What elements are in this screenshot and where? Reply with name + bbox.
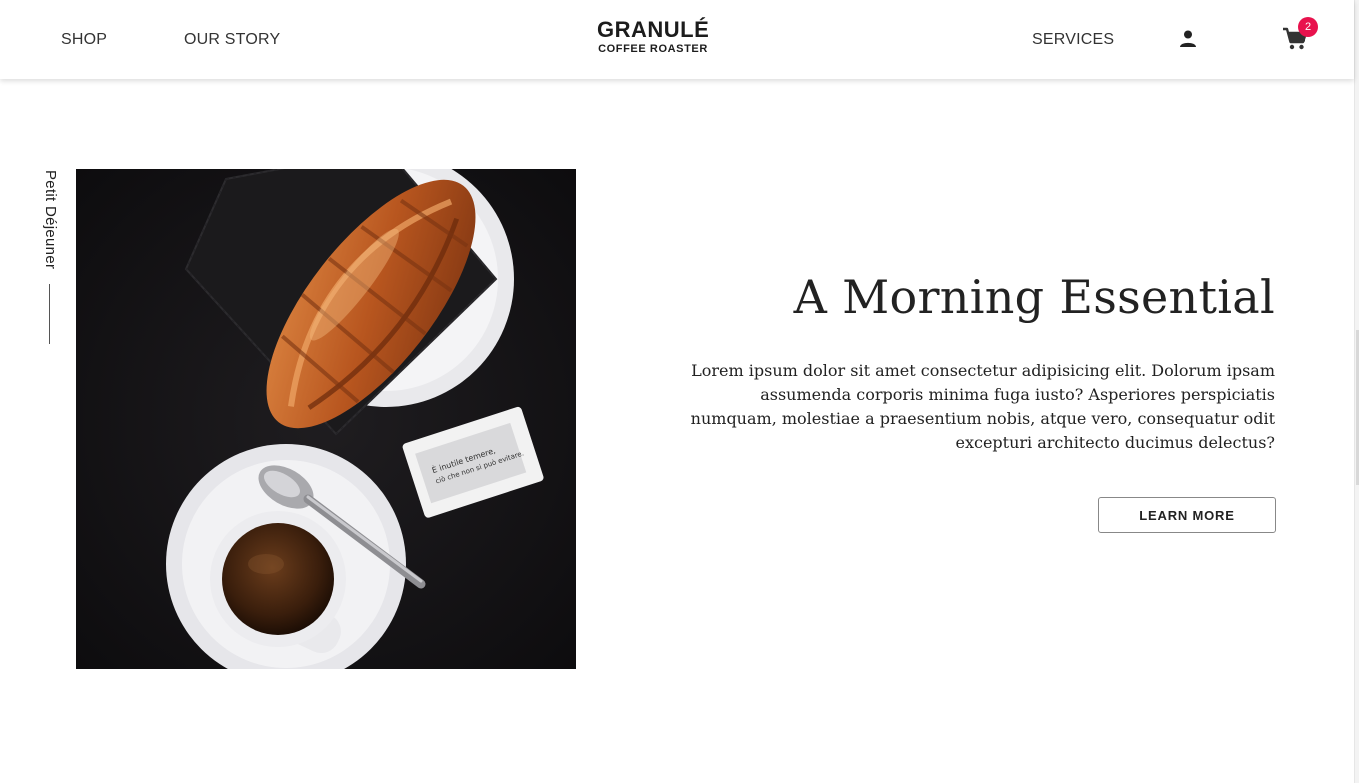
side-label-text: Petit Déjeuner bbox=[42, 170, 59, 270]
section-side-label: Petit Déjeuner bbox=[42, 170, 62, 274]
breakfast-photo: È inutile temere, ciò che non si può evi… bbox=[76, 169, 576, 669]
logo-title: GRANULÉ bbox=[597, 17, 710, 42]
site-header: SHOP OUR STORY GRANULÉ COFFEE ROASTER SE… bbox=[0, 0, 1354, 79]
nav-shop-link[interactable]: SHOP bbox=[61, 31, 107, 49]
brand-logo[interactable]: GRANULÉ COFFEE ROASTER bbox=[597, 17, 709, 55]
logo-subtitle: COFFEE ROASTER bbox=[598, 43, 708, 55]
cart-count-badge: 2 bbox=[1298, 17, 1318, 37]
side-label-divider bbox=[49, 284, 50, 344]
nav-services-link[interactable]: SERVICES bbox=[1032, 31, 1114, 49]
nav-our-story-link[interactable]: OUR STORY bbox=[184, 31, 280, 49]
learn-more-button[interactable]: LEARN MORE bbox=[1098, 497, 1276, 533]
account-button[interactable] bbox=[1178, 29, 1198, 49]
feature-title: A Morning Essential bbox=[793, 270, 1275, 324]
person-icon bbox=[1180, 30, 1196, 47]
croissant-coffee-illustration: È inutile temere, ciò che non si può evi… bbox=[76, 169, 576, 669]
feature-description: Lorem ipsum dolor sit amet consectetur a… bbox=[690, 361, 1275, 452]
